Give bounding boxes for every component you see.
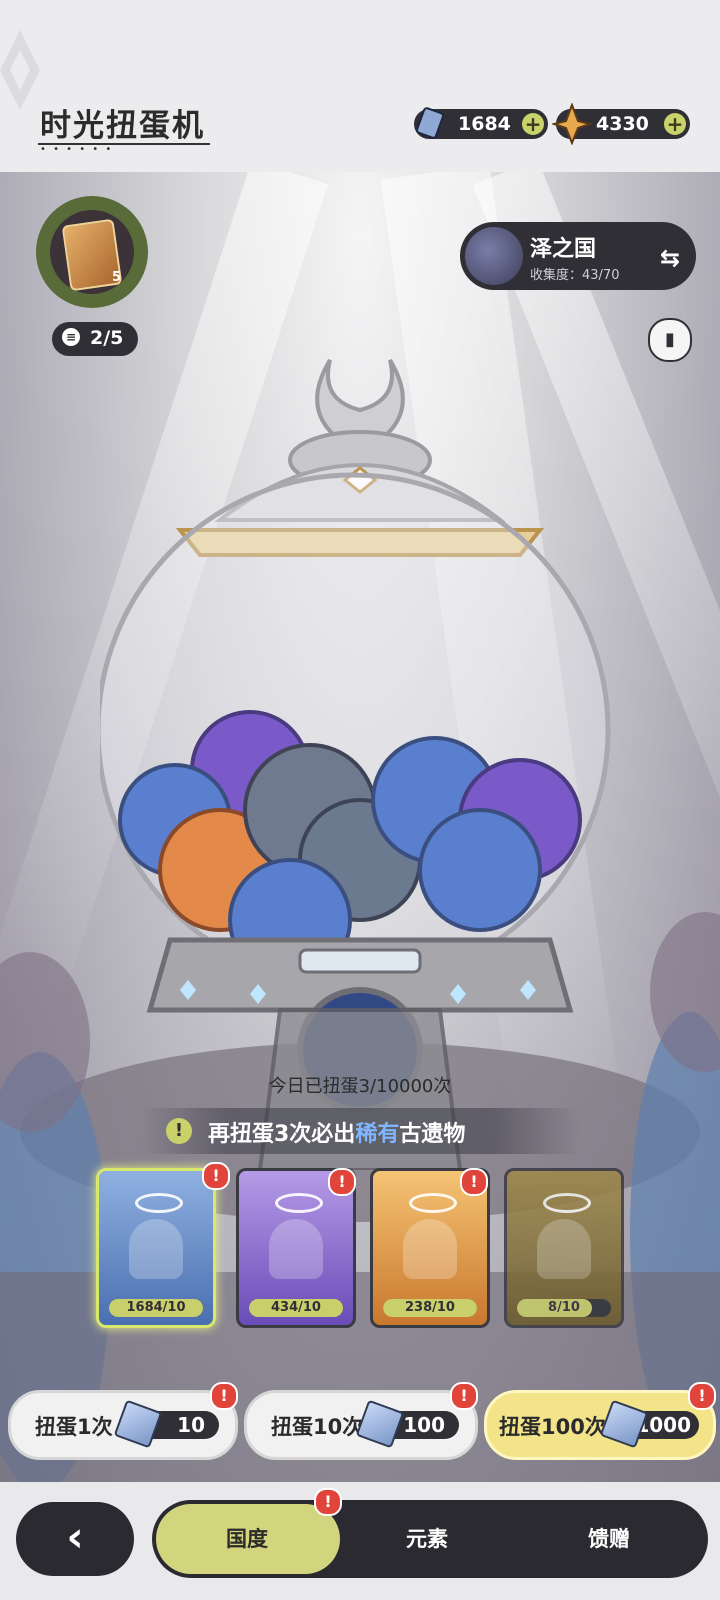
card-progress: 1684/10 [109,1299,203,1317]
alert-badge: ! [460,1168,488,1196]
draw-1-button[interactable]: 扭蛋1次 10 [8,1390,238,1460]
daily-draw-count: 今日已扭蛋3/10000次 [268,1076,452,1097]
tab-gift[interactable]: 馈赠 [588,1523,630,1553]
halo-icon [409,1193,457,1213]
swap-icon[interactable]: ⇆ [660,244,680,272]
blue-crystal-icon [113,1399,163,1449]
card-progress: 434/10 [249,1299,343,1317]
draw-100-label: 扭蛋100次 [499,1415,606,1439]
rarity-highlight: 稀有 [355,1122,400,1147]
gacha-machine[interactable] [100,350,620,1170]
star-amount: 4330 [596,113,649,135]
character-portrait [269,1219,323,1279]
alert-badge: ! [450,1382,478,1410]
guarantee-text: 再扭蛋3次必出稀有古遗物 [208,1122,466,1147]
chevron-left-icon: ‹ [66,1512,84,1561]
card-progress: 8/10 [517,1299,611,1317]
blue-crystal-icon [355,1399,405,1449]
draw-1-label: 扭蛋1次 [35,1415,113,1439]
blue-crystal-icon [416,107,444,139]
tab-kingdom[interactable]: 国度 [226,1523,268,1553]
relic-card-blue[interactable]: 1684/10 [96,1168,216,1328]
draw-100-button[interactable]: 扭蛋100次 1000 [484,1390,716,1460]
add-star-button[interactable]: + [664,113,686,135]
alert-badge: ! [328,1168,356,1196]
alert-badge: ! [210,1382,238,1410]
crystal-currency: 1684 + [414,107,548,139]
region-avatar [465,227,523,285]
draw-10-label: 扭蛋10次 [271,1415,364,1439]
character-portrait [403,1219,457,1279]
collection-progress-text: 2/5 [90,327,124,349]
title-dots: • • • • • • [40,144,114,155]
gold-star-crystal-icon [552,103,592,145]
exclamation-icon: ! [166,1118,192,1144]
list-icon: ≡ [62,328,80,346]
region-name: 泽之国 [530,237,597,262]
collection-count: 5 [112,270,122,285]
halo-icon [275,1193,323,1213]
halo-icon [135,1193,183,1213]
page-title: 时光扭蛋机 [40,108,205,144]
star-currency: 4330 + [552,103,690,145]
tab-element[interactable]: 元素 [406,1523,448,1553]
relic-card-gold[interactable]: 8/10 [504,1168,624,1328]
card-progress: 238/10 [383,1299,477,1317]
back-button[interactable]: ‹ [16,1502,134,1576]
character-portrait [129,1219,183,1279]
book-icon[interactable]: ▮ [648,318,692,362]
draw-10-button[interactable]: 扭蛋10次 100 [244,1390,478,1460]
alert-badge: ! [202,1162,230,1190]
blue-crystal-icon [599,1399,649,1449]
region-progress: 收集度：43/70 [530,268,620,283]
character-portrait [537,1219,591,1279]
halo-icon [543,1193,591,1213]
alert-badge: ! [314,1488,342,1516]
alert-badge: ! [688,1382,716,1410]
add-crystal-button[interactable]: + [522,113,544,135]
crystal-amount: 1684 [458,113,511,135]
